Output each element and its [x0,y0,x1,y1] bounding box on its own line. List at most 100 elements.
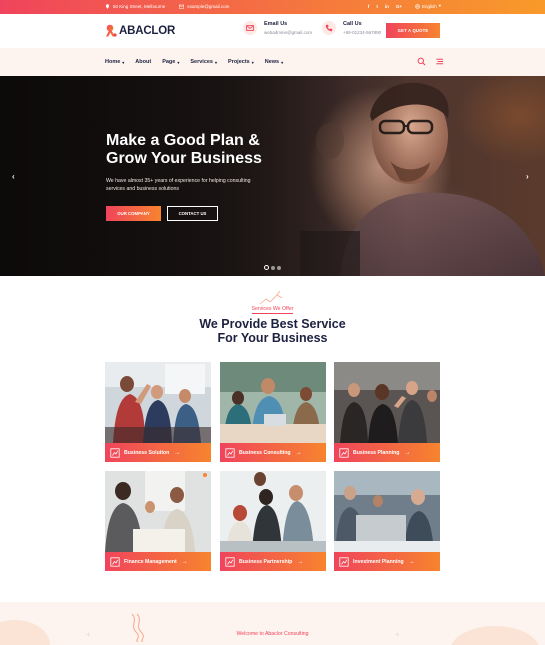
chevron-down-icon: ▾ [122,59,125,65]
email-text: example@gmail.com [187,4,230,9]
search-icon[interactable] [417,57,426,66]
service-card-label: Business Solution [124,449,170,456]
language-label: English [421,3,437,9]
investment-icon [339,556,349,567]
chevron-down-icon: ▾ [215,59,218,65]
nav-item-services[interactable]: Services ▾ [190,59,217,65]
planning-icon [339,447,349,458]
phone-icon [325,24,333,32]
service-card-business-partnership[interactable]: Business Partnership → [220,471,326,571]
globe-icon [415,3,420,9]
services-title-line: We Provide Best Service [199,317,346,331]
contact-us-button[interactable]: CONTACT US [167,206,218,221]
main-nav: Home ▾ About Page ▾ Services ▾ Projects ▾ Ne… [0,48,545,76]
nav-item-page[interactable]: Page ▾ [162,59,179,65]
arrow-right-icon: → [297,558,304,565]
hero-overlay [0,76,545,276]
top-bar: 50 King Street, Melbourne example@gmail.… [0,0,545,14]
services-subtitle: Services We Offer [0,306,545,314]
logo-mark-icon [106,24,117,37]
email-title: Email Us [264,21,288,27]
our-company-button[interactable]: OUR COMPANY [106,206,161,221]
wave-decoration-icon [131,613,144,642]
service-card-business-consulting[interactable]: Business Consulting → [220,362,326,462]
email-value: webadmine@gmail.com [264,30,313,35]
business-planning-photo [334,362,440,443]
service-card-finance-management[interactable]: Finance Management → [105,471,211,571]
header-call[interactable]: Call Us +98-01234-567890 [322,21,381,35]
hero-text: We have almost 35+ years of experience f… [106,178,251,192]
slider-dot[interactable] [277,265,281,270]
linkedin-icon[interactable]: in [385,4,389,9]
phone-icon-badge [322,21,336,35]
service-card-business-planning[interactable]: Business Planning → [334,362,440,462]
service-card-label: Finance Management [124,558,177,565]
business-partnership-photo [220,471,326,552]
business-solution-photo [105,362,211,443]
nav-label: Services [190,59,213,65]
highlight-dot [203,473,207,477]
slider-dot[interactable] [271,265,275,270]
service-card-business-solution[interactable]: Business Solution → [105,362,211,462]
services-subtitle-text: Services We Offer [251,306,294,314]
slider-dot-active[interactable] [264,265,269,270]
nav-item-news[interactable]: News ▾ [265,59,283,65]
nav-item-home[interactable]: Home ▾ [105,59,124,65]
consulting-icon [225,447,235,458]
welcome-subtitle: Welcome to Abaclor Consulting [236,631,309,637]
solution-icon [110,447,120,458]
next-slide-arrow[interactable]: › [526,172,529,181]
address-item: 50 King Street, Melbourne [105,4,165,9]
nav-label: News [264,59,280,65]
google-plus-icon[interactable]: G+ [396,4,402,9]
service-card-label: Business Planning [353,449,400,456]
hero-title-line: Make a Good Plan & [106,132,260,149]
finance-management-photo [105,471,211,552]
get-quote-button[interactable]: GET A QUOTE [386,23,440,38]
top-bar-contact: 50 King Street, Melbourne example@gmail.… [105,4,229,9]
chevron-down-icon: ▾ [281,59,284,65]
facebook-icon[interactable]: f [368,4,370,9]
nav-label: Page [162,59,176,65]
header-email[interactable]: Email Us webadmine@gmail.com [243,21,312,35]
logo[interactable]: ABACLOR [105,24,175,37]
service-card-label: Investment Planning [353,558,404,565]
top-bar-right: f t in G+ English ▾ [368,3,441,9]
call-title: Call Us [343,21,362,27]
nav-item-about[interactable]: About [135,59,151,65]
arrow-right-icon: → [181,558,188,565]
arrow-right-icon: → [408,558,415,565]
arrow-right-icon: → [404,449,411,456]
service-card-bar: Business Solution → [105,443,211,462]
nav-label: Home [105,59,121,65]
hero-slider: Make a Good Plan & Grow Your Business We… [0,76,545,276]
email-icon-badge [243,21,257,35]
envelope-icon [246,25,254,31]
service-card-label: Business Partnership [239,558,293,565]
welcome-section: + + [0,602,545,645]
service-card-investment-planning[interactable]: Investment Planning → [334,471,440,571]
logo-text: ABACLOR [119,24,176,37]
section-decoration-icon [259,290,283,305]
partnership-icon [225,556,235,567]
services-title: We Provide Best Service For Your Busines… [0,317,545,345]
arrow-right-icon: → [174,449,181,456]
hero-title: Make a Good Plan & Grow Your Business [106,132,326,168]
service-card-label: Business Consulting [239,449,291,456]
nav-item-projects[interactable]: Projects ▾ [228,59,254,65]
twitter-icon[interactable]: t [376,4,378,9]
nav-label: Projects [228,59,250,65]
service-card-bar: Business Planning → [334,443,440,462]
language-selector[interactable]: English ▾ [415,3,441,9]
business-consulting-photo [220,362,326,443]
slider-dots [264,265,281,270]
prev-slide-arrow[interactable]: ‹ [12,172,15,181]
chevron-down-icon: ▾ [251,59,254,65]
menu-icon[interactable] [435,57,444,66]
header: ABACLOR Email Us webadmine@gmail.com Cal… [0,14,545,48]
chevron-down-icon: ▾ [177,59,180,65]
nav-tools [417,57,444,66]
services-title-line: For Your Business [217,331,328,345]
email-item[interactable]: example@gmail.com [179,4,229,9]
service-card-bar: Business Partnership → [220,552,326,571]
